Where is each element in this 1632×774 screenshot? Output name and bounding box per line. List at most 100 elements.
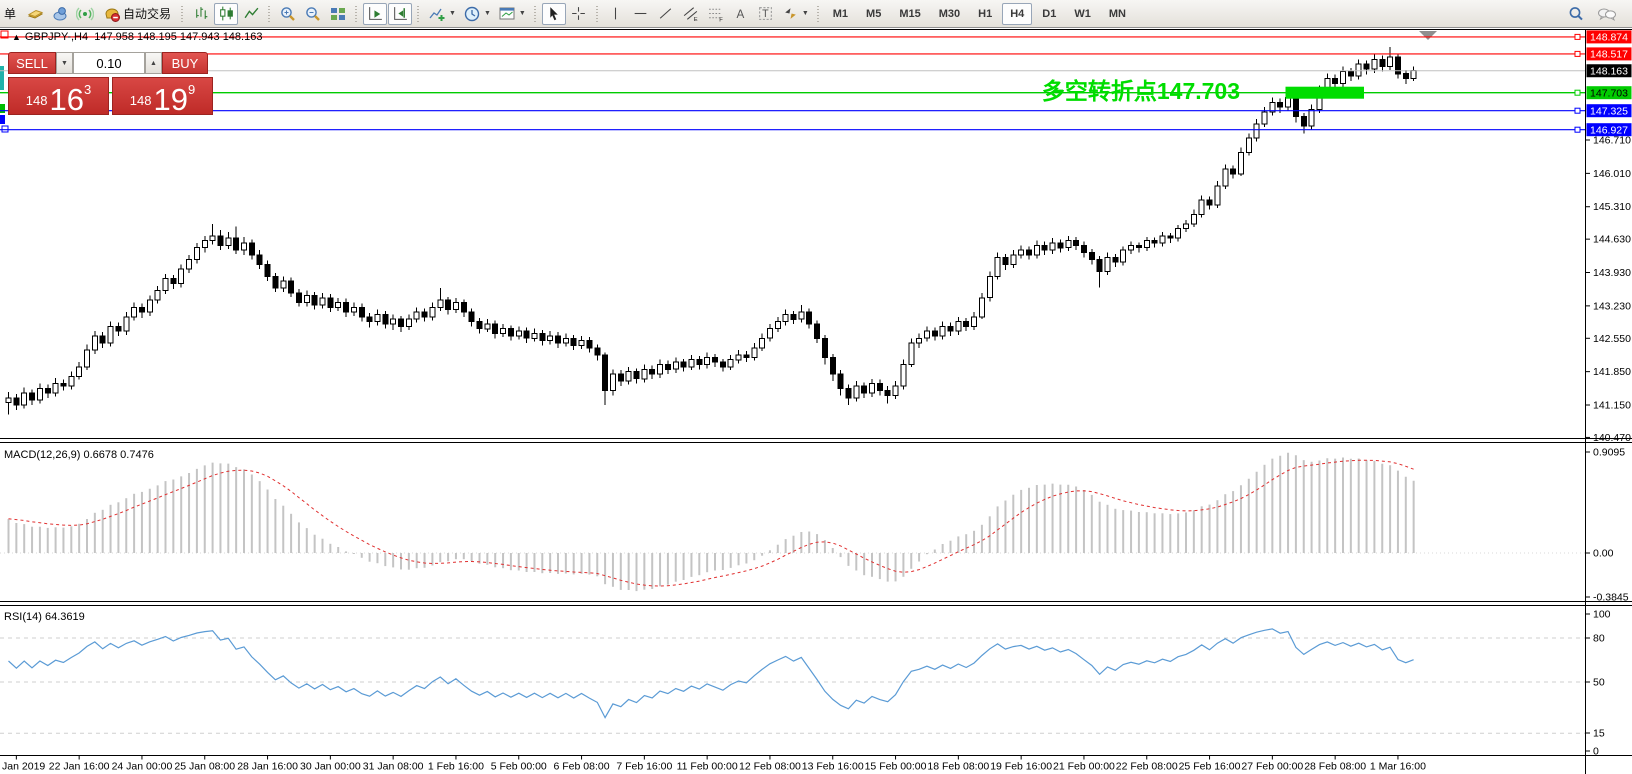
one-click-trading-panel: SELL ▼ 0.10 ▲ BUY 148 16 3 148 19 9 <box>8 52 213 115</box>
buy-price-button[interactable]: 148 19 9 <box>112 77 213 115</box>
svg-text:5 Feb 00:00: 5 Feb 00:00 <box>491 761 547 773</box>
chart-window[interactable]: 148.874148.517147.703147.325146.927148.1… <box>0 28 1632 774</box>
chat-button[interactable] <box>1594 3 1620 25</box>
line-anchor-marker[interactable] <box>2 126 8 132</box>
left-edge-marker <box>0 115 5 124</box>
arrows-button[interactable]: ▼ <box>779 3 812 25</box>
annotation-text[interactable]: 多空转折点147.703 <box>1042 78 1240 104</box>
data-window-button[interactable] <box>48 3 72 25</box>
timeframe-button-m30[interactable]: M30 <box>931 3 968 25</box>
new-order-label: 单 <box>4 5 16 22</box>
chart-shift-button[interactable] <box>388 3 412 25</box>
signals-icon <box>76 5 94 23</box>
candlestick-chart-button[interactable] <box>214 3 238 25</box>
auto-scroll-button[interactable] <box>363 3 387 25</box>
svg-text:22 Feb 08:00: 22 Feb 08:00 <box>1116 761 1178 773</box>
volume-increase-button[interactable]: ▲ <box>145 52 162 74</box>
timeframe-button-mn[interactable]: MN <box>1101 3 1134 25</box>
vertical-line-icon <box>607 5 624 22</box>
svg-text:15: 15 <box>1593 728 1605 740</box>
chart-canvas[interactable]: 148.874148.517147.703147.325146.927148.1… <box>0 28 1632 774</box>
timeframe-button-w1[interactable]: W1 <box>1066 3 1099 25</box>
dropdown-arrow-icon: ▼ <box>449 10 456 17</box>
new-order-button[interactable]: 单 <box>0 3 22 25</box>
chart-ohlc-values: 147.958 148.195 147.943 148.163 <box>94 31 262 43</box>
svg-text:50: 50 <box>1593 677 1605 689</box>
vertical-line-button[interactable] <box>604 3 628 25</box>
svg-text:11 Feb 00:00: 11 Feb 00:00 <box>677 761 738 773</box>
svg-text:148.163: 148.163 <box>1590 66 1628 78</box>
buy-price-big: 19 <box>153 86 187 113</box>
svg-text:0.00: 0.00 <box>1593 548 1614 560</box>
text-label-button[interactable]: T <box>754 3 778 25</box>
sell-price-prefix: 148 <box>26 93 48 108</box>
svg-text:146.010: 146.010 <box>1593 168 1631 180</box>
highlight-box[interactable] <box>1286 87 1365 99</box>
trendline-button[interactable] <box>654 3 678 25</box>
sell-price-button[interactable]: 148 16 3 <box>8 77 109 115</box>
svg-text:19 Feb 16:00: 19 Feb 16:00 <box>990 761 1052 773</box>
indicators-button[interactable]: ▼ <box>425 3 459 25</box>
timeframe-group: M1M5M15M30H1H4D1W1MN <box>825 3 1134 25</box>
timeframe-button-m15[interactable]: M15 <box>891 3 928 25</box>
timeframe-button-m5[interactable]: M5 <box>858 3 889 25</box>
timeframe-button-m1[interactable]: M1 <box>825 3 856 25</box>
svg-text:22 Jan 16:00: 22 Jan 16:00 <box>49 761 110 773</box>
svg-text:18 Feb 08:00: 18 Feb 08:00 <box>927 761 989 773</box>
volume-decrease-button[interactable]: ▼ <box>56 52 73 74</box>
line-chart-button[interactable] <box>239 3 263 25</box>
svg-text:100: 100 <box>1593 609 1611 621</box>
tile-windows-button[interactable] <box>326 3 350 25</box>
svg-text:143.230: 143.230 <box>1593 300 1631 312</box>
periods-button[interactable]: ▼ <box>460 3 494 25</box>
scroll-marker-icon[interactable] <box>1419 31 1437 40</box>
tile-windows-icon <box>329 5 347 23</box>
volume-input[interactable]: 0.10 <box>73 52 145 74</box>
text-button[interactable]: A <box>729 3 753 25</box>
svg-text:80: 80 <box>1593 633 1605 645</box>
timeframe-button-d1[interactable]: D1 <box>1034 3 1064 25</box>
search-button[interactable] <box>1564 3 1588 25</box>
channel-icon: E <box>682 5 699 22</box>
svg-text:21 Jan 2019: 21 Jan 2019 <box>0 761 45 773</box>
fibonacci-icon: F <box>707 5 724 22</box>
chart-title: ▲GBPJPY-,H4 147.958 148.195 147.943 148.… <box>12 31 262 43</box>
svg-text:145.310: 145.310 <box>1593 201 1631 213</box>
svg-text:21 Feb 00:00: 21 Feb 00:00 <box>1053 761 1115 773</box>
horizontal-line-button[interactable] <box>629 3 653 25</box>
svg-text:25 Jan 08:00: 25 Jan 08:00 <box>174 761 235 773</box>
crosshair-button[interactable] <box>567 3 591 25</box>
timeframe-button-h1[interactable]: H1 <box>970 3 1000 25</box>
autotrading-button[interactable]: 自动交易 <box>98 3 176 25</box>
svg-text:147.325: 147.325 <box>1590 106 1628 118</box>
cursor-icon <box>545 5 562 22</box>
buy-button[interactable]: BUY <box>162 52 208 74</box>
sell-button[interactable]: SELL <box>8 52 56 74</box>
cursor-button[interactable] <box>542 3 566 25</box>
toolbar-grip <box>353 4 360 24</box>
fibonacci-button[interactable]: F <box>704 3 728 25</box>
templates-button[interactable]: ▼ <box>495 3 529 25</box>
svg-text:T: T <box>762 8 769 20</box>
timeframe-button-h4[interactable]: H4 <box>1002 3 1032 25</box>
svg-text:0: 0 <box>1593 746 1599 758</box>
bar-chart-button[interactable] <box>189 3 213 25</box>
svg-text:28 Jan 16:00: 28 Jan 16:00 <box>237 761 298 773</box>
svg-text:143.930: 143.930 <box>1593 267 1631 279</box>
macd-label: MACD(12,26,9) 0.6678 0.7476 <box>4 449 154 461</box>
svg-text:24 Jan 00:00: 24 Jan 00:00 <box>112 761 173 773</box>
toolbar-grip <box>266 4 273 24</box>
svg-text:141.850: 141.850 <box>1593 366 1631 378</box>
levels-layer: 148.874148.517147.703147.325146.927148.1… <box>0 30 1632 136</box>
text-label-icon: T <box>757 5 774 22</box>
svg-text:146.710: 146.710 <box>1593 135 1631 147</box>
svg-text:141.150: 141.150 <box>1593 400 1631 412</box>
svg-text:140.470: 140.470 <box>1593 432 1631 444</box>
signals-button[interactable] <box>73 3 97 25</box>
market-watch-button[interactable] <box>23 3 47 25</box>
zoom-in-icon <box>279 5 297 23</box>
zoom-in-button[interactable] <box>276 3 300 25</box>
channel-button[interactable]: E <box>679 3 703 25</box>
autotrading-icon <box>103 5 121 23</box>
zoom-out-button[interactable] <box>301 3 325 25</box>
